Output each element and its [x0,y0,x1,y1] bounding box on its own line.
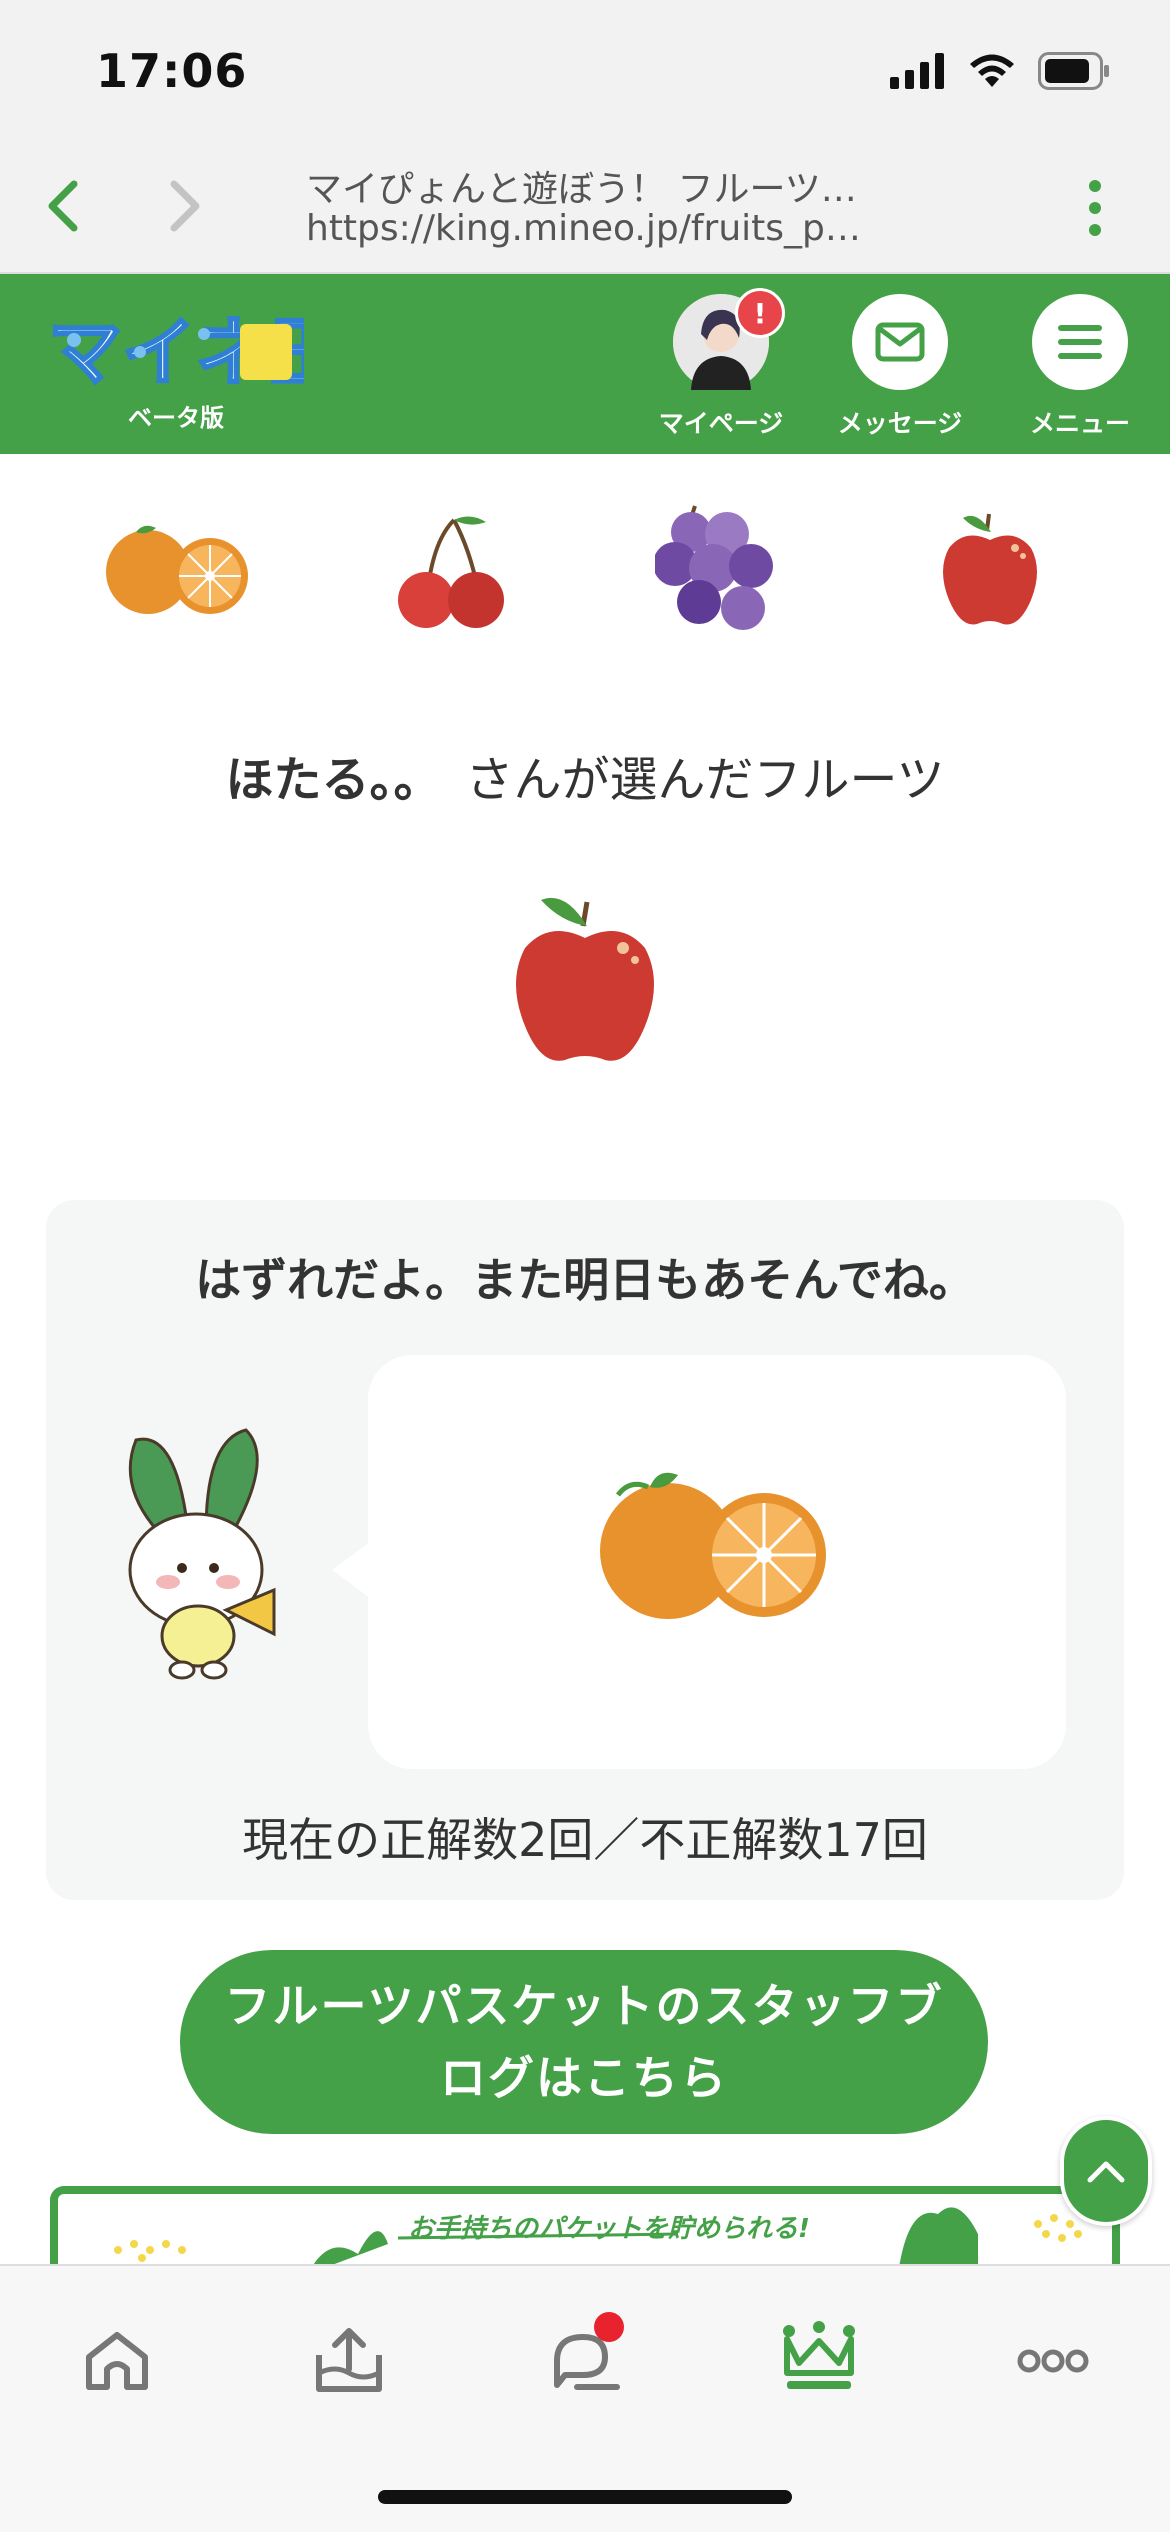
status-icons [890,52,1110,90]
message-circle [852,294,948,390]
orange-icon [600,1472,826,1619]
crown-icon [783,2321,855,2389]
forward-icon[interactable] [158,176,208,236]
home-indicator [378,2490,792,2504]
tab-upload[interactable] [294,2306,404,2416]
home-icon [86,2332,148,2390]
back-icon[interactable] [40,176,90,236]
avatar: ! [673,288,785,390]
chosen-caption-suffix: さんが選んだフルーツ [465,752,945,808]
speech-bubble-tail [332,1542,370,1598]
message-label: メッセージ [837,409,963,438]
browser-bar: マイぴょんと遊ぼう！ フルーツ… https://king.mineo.jp/f… [0,140,1170,274]
hamburger-icon [1058,325,1102,359]
signal-icon [890,53,944,89]
chat-notification-dot [594,2312,624,2342]
tab-crown[interactable] [764,2306,874,2416]
more-vertical-icon[interactable] [1080,178,1110,238]
tab-more[interactable] [998,2306,1108,2416]
score-text: 現在の正解数2回／不正解数17回 [242,1813,928,1867]
status-time: 17:06 [96,44,248,98]
packet-banner[interactable]: お手持ちのパケットを貯められる! [50,2186,1120,2266]
menu-label: メニュー [1029,409,1130,438]
battery-icon [1038,52,1109,90]
browser-page-title[interactable]: マイぴょんと遊ぼう！ フルーツ… [306,160,866,212]
mypage-button[interactable]: ! マイページ [636,288,806,440]
chevron-up-icon [1087,2161,1125,2183]
staff-blog-button[interactable]: フルーツパスケットのスタッフブ ログはこちら [180,1950,988,2134]
user-name: ほたる。。 [225,752,442,808]
logo-beta-label: ベータ版 [128,404,224,432]
apple-icon [943,513,1037,625]
menu-circle [1032,294,1128,390]
scroll-top-button[interactable] [1060,2116,1152,2226]
banner-text: お手持ちのパケットを貯められる! [408,2214,810,2244]
cherry-icon [398,516,504,628]
result-message: はずれだよ。また明日もあそんでね。 [195,1253,975,1307]
menu-button[interactable]: メニュー [995,294,1165,440]
result-card: はずれだよ。また明日もあそんでね。 現在の正解数2回／不正解数17回 [46,1200,1124,1900]
blog-button-line2: ログはこちら [440,2051,728,2105]
blog-button-line1: フルーツパスケットのスタッフブ [224,1979,944,2033]
fruit-option-orange[interactable] [96,520,256,624]
tab-home[interactable] [62,2306,172,2416]
fruit-option-apple[interactable] [935,508,1045,632]
fruit-option-cherry[interactable] [390,510,510,634]
upload-icon [316,2328,382,2392]
status-bar: 17:06 [0,0,1170,140]
grape-icon [653,505,773,630]
fruit-choice-row [0,500,1170,650]
more-icon [1017,2349,1089,2373]
browser-url[interactable]: https://king.mineo.jp/fruits_p… [306,208,866,249]
apple-icon [516,897,654,1061]
tab-chat[interactable] [530,2306,640,2416]
chosen-fruit-caption: ほたる。。 さんが選んだフルーツ [0,740,1170,810]
envelope-icon [875,322,925,362]
wifi-icon [970,54,1014,87]
orange-icon [106,525,248,614]
site-header: マイネ王 ベータ版 ! マイページ メッセージ [0,274,1170,454]
mypage-label: マイページ [658,409,784,438]
fruit-option-grape[interactable] [653,502,785,646]
notification-badge: ! [735,288,785,338]
message-button[interactable]: メッセージ [815,294,985,440]
mineo-logo[interactable]: マイネ王 [44,300,305,400]
speech-bubble [368,1355,1066,1769]
rabbit-mascot-icon [128,1428,276,1680]
